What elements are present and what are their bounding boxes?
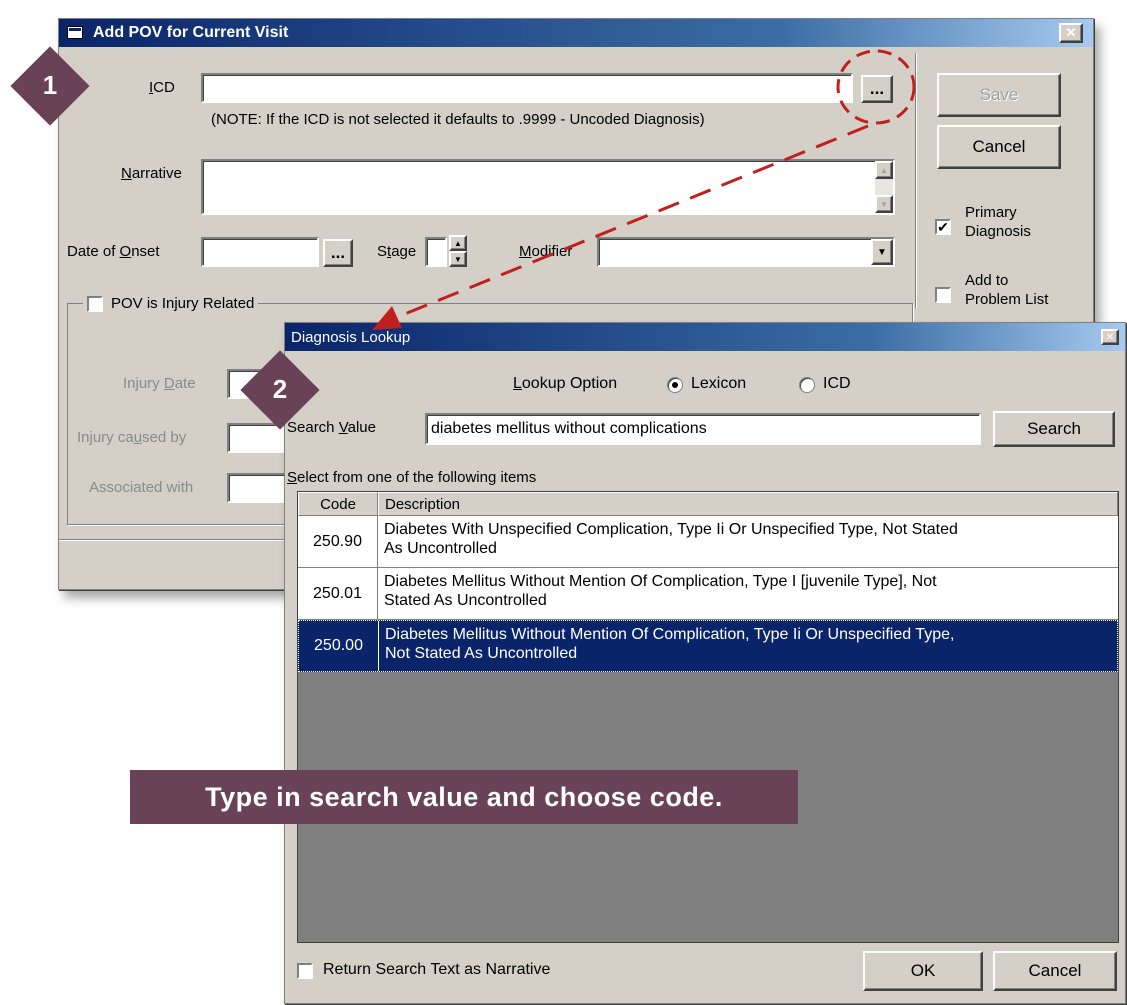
cancel-button-label: Cancel — [972, 137, 1026, 156]
icd-note: (NOTE: If the ICD is not selected it def… — [211, 111, 705, 128]
ok-button-label: OK — [910, 961, 936, 980]
stage-spinner[interactable]: ▲ ▼ — [449, 235, 467, 267]
narrative-textarea[interactable]: ▲ ▼ — [201, 159, 895, 215]
row-code: 250.01 — [298, 568, 378, 619]
onset-date-input[interactable] — [201, 237, 319, 267]
add-pov-close-button[interactable]: ✕ — [1059, 23, 1083, 43]
search-value-text: diabetes mellitus without complications — [431, 420, 707, 437]
row-description: Diabetes Mellitus Without Mention Of Com… — [385, 626, 955, 662]
save-button-label: Save — [979, 85, 1019, 104]
instruction-text: Type in search value and choose code. — [205, 781, 723, 812]
row-code: 250.00 — [299, 621, 379, 671]
step-1-number: 1 — [42, 70, 58, 100]
onset-label: Date of Onset — [67, 243, 160, 260]
search-button[interactable]: Search — [993, 411, 1115, 447]
step-1-marker: 1 — [10, 46, 90, 126]
lexicon-radio-label: Lexicon — [691, 375, 747, 392]
narrative-scrollbar[interactable]: ▲ ▼ — [875, 161, 893, 213]
grid-header: Code Description — [298, 492, 1118, 516]
cancel-button[interactable]: Cancel — [937, 125, 1061, 169]
icd-input[interactable] — [201, 73, 853, 103]
results-grid[interactable]: Code Description 250.90 Diabetes With Un… — [297, 491, 1119, 943]
scroll-down-icon[interactable]: ▼ — [875, 195, 893, 213]
onset-date-picker-button[interactable]: ... — [323, 239, 353, 267]
column-header-code[interactable]: Code — [298, 492, 378, 516]
search-value-label: Search Value — [287, 419, 376, 436]
window-icon — [67, 26, 83, 39]
lookup-option-label: Lookup Option — [513, 375, 618, 392]
stage-input[interactable] — [425, 237, 447, 267]
search-button-label: Search — [1027, 419, 1081, 438]
injury-date-label: Injury Date — [123, 375, 196, 392]
lookup-close-button[interactable]: ✕ — [1101, 329, 1119, 345]
close-icon: ✕ — [1065, 25, 1077, 40]
lexicon-radio[interactable] — [667, 377, 683, 393]
column-header-description[interactable]: Description — [378, 492, 1118, 516]
add-pov-title-bar[interactable]: Add POV for Current Visit ✕ — [59, 19, 1093, 47]
row-description: Diabetes With Unspecified Complication, … — [384, 521, 958, 557]
injury-caused-label: Injury caused by — [77, 429, 187, 446]
ellipsis-icon: ... — [869, 79, 885, 98]
icd-label: ICD — [149, 79, 175, 96]
results-list-label: Select from one of the following items — [287, 469, 537, 486]
right-panel-separator — [915, 53, 917, 308]
injury-group-header: POV is Injury Related — [83, 295, 259, 312]
table-row[interactable]: 250.01 Diabetes Mellitus Without Mention… — [298, 568, 1118, 620]
chevron-down-icon[interactable]: ▼ — [871, 239, 893, 265]
add-pov-title: Add POV for Current Visit — [93, 24, 289, 41]
step-2-number: 2 — [272, 374, 288, 404]
scroll-up-icon[interactable]: ▲ — [875, 161, 893, 179]
check-icon: ✔ — [937, 219, 949, 235]
injury-related-checkbox[interactable] — [87, 295, 103, 312]
return-search-text-checkbox[interactable] — [297, 963, 313, 979]
spin-down-icon[interactable]: ▼ — [449, 251, 467, 267]
instruction-banner: Type in search value and choose code. — [130, 770, 798, 824]
stage-label: Stage — [377, 243, 417, 260]
close-icon: ✕ — [1105, 331, 1115, 343]
step-2-marker: 2 — [240, 350, 320, 430]
row-code: 250.90 — [298, 516, 378, 567]
associated-with-label: Associated with — [89, 479, 194, 496]
modifier-label: Modifier — [519, 243, 573, 260]
add-problem-list-label: Add to Problem List — [965, 272, 1049, 308]
add-problem-list-checkbox[interactable] — [935, 287, 951, 303]
ok-button[interactable]: OK — [863, 951, 983, 991]
icd-radio[interactable] — [799, 377, 815, 393]
search-value-input[interactable]: diabetes mellitus without complications — [425, 413, 981, 445]
lookup-title: Diagnosis Lookup — [291, 329, 411, 346]
return-search-text-label: Return Search Text as Narrative — [323, 961, 551, 978]
primary-diagnosis-checkbox[interactable]: ✔ — [935, 219, 951, 235]
narrative-label: Narrative — [121, 165, 182, 182]
row-description: Diabetes Mellitus Without Mention Of Com… — [384, 573, 937, 609]
diagnosis-lookup-dialog: Diagnosis Lookup ✕ Lookup Option Lexicon… — [284, 322, 1126, 1004]
table-row[interactable]: 250.90 Diabetes With Unspecified Complic… — [298, 516, 1118, 568]
ellipsis-icon: ... — [330, 243, 346, 262]
lookup-title-bar[interactable]: Diagnosis Lookup ✕ — [285, 323, 1125, 351]
lookup-cancel-button-label: Cancel — [1028, 961, 1082, 980]
table-row-selected[interactable]: 250.00 Diabetes Mellitus Without Mention… — [298, 620, 1118, 672]
injury-related-label: POV is Injury Related — [111, 295, 255, 312]
lookup-cancel-button[interactable]: Cancel — [993, 951, 1117, 991]
primary-diagnosis-label: Primary Diagnosis — [965, 204, 1031, 240]
save-button[interactable]: Save — [937, 73, 1061, 117]
icd-radio-label: ICD — [823, 375, 851, 392]
modifier-select[interactable]: ▼ — [597, 237, 895, 267]
icd-lookup-button[interactable]: ... — [861, 75, 893, 103]
spin-up-icon[interactable]: ▲ — [449, 235, 467, 251]
